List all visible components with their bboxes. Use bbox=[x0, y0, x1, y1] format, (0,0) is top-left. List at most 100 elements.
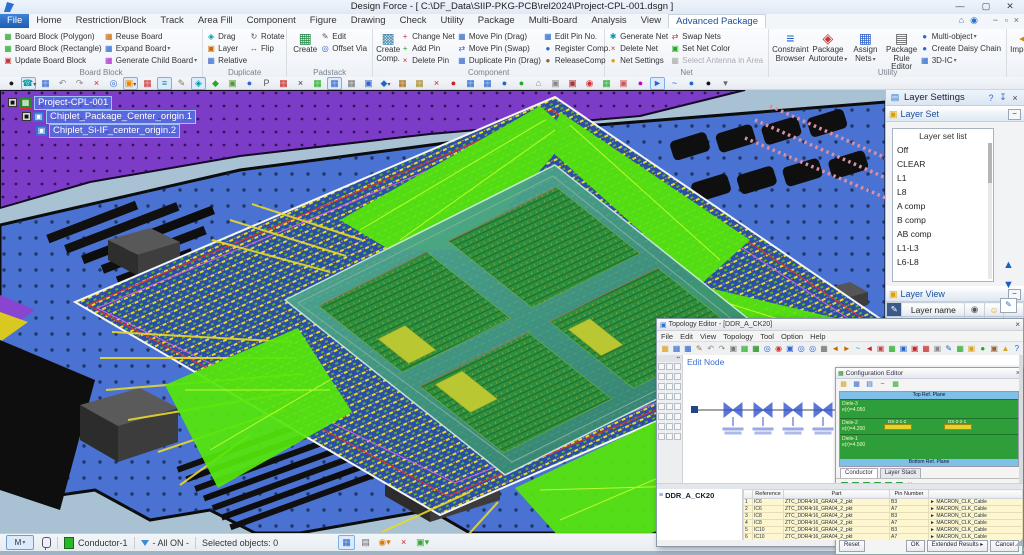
assign-nets-button[interactable]: ▦Assign Nets▾ bbox=[847, 30, 883, 66]
table-row[interactable]: 1IC6ZTC_DDR4r16_GRA04_2_pktB3► MACRON_CL… bbox=[744, 499, 1023, 506]
toolbar-icon[interactable]: ▣ bbox=[565, 77, 580, 90]
topology-menu-tool[interactable]: Tool bbox=[760, 332, 774, 341]
layer-set-item[interactable]: Off bbox=[893, 143, 993, 157]
trace-ds-2-1-2[interactable] bbox=[884, 424, 912, 430]
layer-settings-header[interactable]: ▤ Layer Settings ? ↧ × bbox=[886, 90, 1024, 106]
toolbar-icon[interactable]: ▣ bbox=[898, 343, 908, 355]
toolbar-icon[interactable]: ↶ bbox=[705, 343, 715, 355]
change-net-button[interactable]: +Change Net bbox=[400, 30, 455, 42]
toolbar-icon[interactable]: ▦ bbox=[819, 343, 829, 355]
signal-item[interactable]: ≡ DDR_A_CK20 bbox=[659, 491, 740, 500]
release-comp-button[interactable]: ●ReleaseComp bbox=[543, 54, 611, 66]
board-block-polygon-button[interactable]: ▦Board Block (Polygon) bbox=[3, 30, 102, 42]
toolbar-icon[interactable]: ☎▾ bbox=[21, 77, 36, 90]
duplicate-drag-button[interactable]: ◈Drag bbox=[206, 30, 247, 42]
duplicate-layer-button[interactable]: ▣Layer bbox=[206, 42, 247, 54]
tree-node-si-if[interactable]: ▣ Chiplet_Si-IF_center_origin.2 bbox=[36, 124, 196, 137]
topology-menu-edit[interactable]: Edit bbox=[680, 332, 693, 341]
toolbar-icon[interactable]: ▦ bbox=[38, 77, 53, 90]
toolbar-icon[interactable]: ▦ bbox=[344, 77, 359, 90]
toolbar-icon[interactable]: ▦ bbox=[955, 343, 965, 355]
toolbar-icon[interactable]: ◎ bbox=[762, 343, 772, 355]
duplicate-relative-button[interactable]: ▦Relative bbox=[206, 54, 247, 66]
table-row[interactable]: 3IC8ZTC_DDR4r16_GRA04_2_pktB3► MACRON_CL… bbox=[744, 513, 1023, 520]
toolbar-icon[interactable]: ▦ bbox=[683, 343, 693, 355]
table-row[interactable]: 2IC6ZTC_DDR4r16_GRA04_2_pktA7► MACRON_CL… bbox=[744, 506, 1023, 513]
toolbar-icon[interactable]: ▣ bbox=[989, 343, 999, 355]
padstack-edit-button[interactable]: ✎Edit bbox=[320, 30, 367, 42]
delete-pin-button[interactable]: ×Delete Pin bbox=[400, 54, 455, 66]
panel-pin-icon[interactable]: ↧ bbox=[997, 92, 1009, 103]
toolbar-icon[interactable]: × bbox=[293, 77, 308, 90]
duplicate-flip-button[interactable]: ↔Flip bbox=[249, 42, 285, 54]
close-button[interactable]: ✕ bbox=[998, 0, 1022, 13]
layer-set-item[interactable]: A comp bbox=[893, 199, 993, 213]
tab-package[interactable]: Package bbox=[471, 14, 522, 28]
topology-menu-help[interactable]: Help bbox=[810, 332, 825, 341]
tree-checkbox[interactable]: ■ bbox=[22, 112, 31, 121]
toolbar-icon[interactable]: ▣ bbox=[876, 343, 886, 355]
layer-set-item[interactable]: AB comp bbox=[893, 227, 993, 241]
toolbar-icon[interactable]: ▦ bbox=[660, 343, 670, 355]
3d-ic-button[interactable]: ▦3D-IC▾ bbox=[920, 54, 1001, 66]
toolbar-icon[interactable]: ◈ bbox=[191, 77, 206, 90]
toolbar-icon[interactable]: ▦ bbox=[480, 77, 495, 90]
topology-title-bar[interactable]: ▣ Topology Editor - [DDR_A_CK20] × bbox=[657, 319, 1023, 331]
delete-net-button[interactable]: ×Delete Net bbox=[608, 42, 668, 54]
toolbar-icon[interactable]: ▣ bbox=[361, 77, 376, 90]
mdi-minimize-icon[interactable]: − bbox=[993, 15, 998, 25]
toolbar-icon[interactable]: ◎ bbox=[796, 343, 806, 355]
toolbar-icon[interactable]: ▦ bbox=[276, 77, 291, 90]
toolbar-icon[interactable]: ↷ bbox=[717, 343, 727, 355]
collapse-layer-set-button[interactable]: − bbox=[1008, 109, 1021, 120]
toolbar-icon[interactable]: ▦ bbox=[739, 343, 749, 355]
toolbar-icon[interactable]: ▦ bbox=[327, 77, 342, 90]
toolbar-icon[interactable]: ▦ bbox=[140, 77, 155, 90]
table-row[interactable]: 6IC10ZTC_DDR4r16_GRA04_2_pktA7► MACRON_C… bbox=[744, 534, 1023, 541]
toolbar-icon[interactable]: ▣ bbox=[728, 343, 738, 355]
tab-multi-board[interactable]: Multi-Board bbox=[522, 14, 585, 28]
maximize-button[interactable]: ▢ bbox=[974, 0, 998, 13]
padstack-create-button[interactable]: ▦Create bbox=[290, 30, 320, 66]
register-comp-button[interactable]: ●Register Comp. bbox=[543, 42, 611, 54]
toolbar-icon[interactable]: ~ bbox=[853, 343, 863, 355]
toolbar-icon[interactable]: ◉ bbox=[773, 343, 783, 355]
tab-file[interactable]: File bbox=[0, 14, 29, 28]
toolbar-icon[interactable]: ✎ bbox=[174, 77, 189, 90]
toolbar-icon[interactable]: ◄ bbox=[830, 343, 840, 355]
tab-figure[interactable]: Figure bbox=[303, 14, 344, 28]
create-comp-button[interactable]: ▩Create Comp. bbox=[376, 30, 400, 66]
toolbar-icon[interactable]: ▣ bbox=[910, 343, 920, 355]
toolbar-icon[interactable]: ● bbox=[701, 77, 716, 90]
toolbar-icon[interactable]: ~ bbox=[667, 77, 682, 90]
tab-drawing[interactable]: Drawing bbox=[344, 14, 393, 28]
tab-restriction-block[interactable]: Restriction/Block bbox=[69, 14, 154, 28]
toolbar-icon[interactable]: ● bbox=[446, 77, 461, 90]
tree-node-project[interactable]: ■ ▦ Project-CPL-001 bbox=[8, 96, 196, 109]
toolbar-icon[interactable]: × bbox=[89, 77, 104, 90]
panel-close-icon[interactable]: × bbox=[1009, 93, 1021, 103]
layer-set-item[interactable]: L1 bbox=[893, 171, 993, 185]
move-pin-drag-button[interactable]: ▦Move Pin (Drag) bbox=[457, 30, 541, 42]
microphone-icon[interactable] bbox=[42, 537, 51, 548]
layer-set-scrollbar[interactable] bbox=[988, 143, 992, 279]
toolbar-icon[interactable]: ▦ bbox=[463, 77, 478, 90]
layer-mode-icon[interactable]: ▣▾ bbox=[414, 535, 431, 550]
create-daisy-chain-button[interactable]: ●Create Daisy Chain bbox=[920, 42, 1001, 54]
layer-set-item[interactable]: CLEAR bbox=[893, 157, 993, 171]
delete-mode-icon[interactable]: × bbox=[395, 535, 412, 550]
toolbar-icon[interactable]: ◎ bbox=[106, 77, 121, 90]
move-pin-swap-button[interactable]: ⇄Move Pin (Swap) bbox=[457, 42, 541, 54]
update-board-block-button[interactable]: ▣Update Board Block bbox=[3, 54, 102, 66]
toolbar-icon[interactable]: ▾ bbox=[718, 77, 733, 90]
toolbar-icon[interactable]: ▦ bbox=[887, 343, 897, 355]
toolbar-icon[interactable]: ▦ bbox=[671, 343, 681, 355]
topology-menu-topology[interactable]: Topology bbox=[723, 332, 753, 341]
signal-list-pane[interactable]: ≡ DDR_A_CK20 bbox=[657, 489, 743, 540]
layer-set-item[interactable]: L1-L3 bbox=[893, 241, 993, 255]
toolbar-icon[interactable]: ◆ bbox=[208, 77, 223, 90]
layer-set-item[interactable]: L8 bbox=[893, 185, 993, 199]
panel-help-icon[interactable]: ? bbox=[985, 93, 997, 103]
minimize-button[interactable]: — bbox=[948, 0, 972, 13]
duplicate-rotate-button[interactable]: ↻Rotate bbox=[249, 30, 285, 42]
